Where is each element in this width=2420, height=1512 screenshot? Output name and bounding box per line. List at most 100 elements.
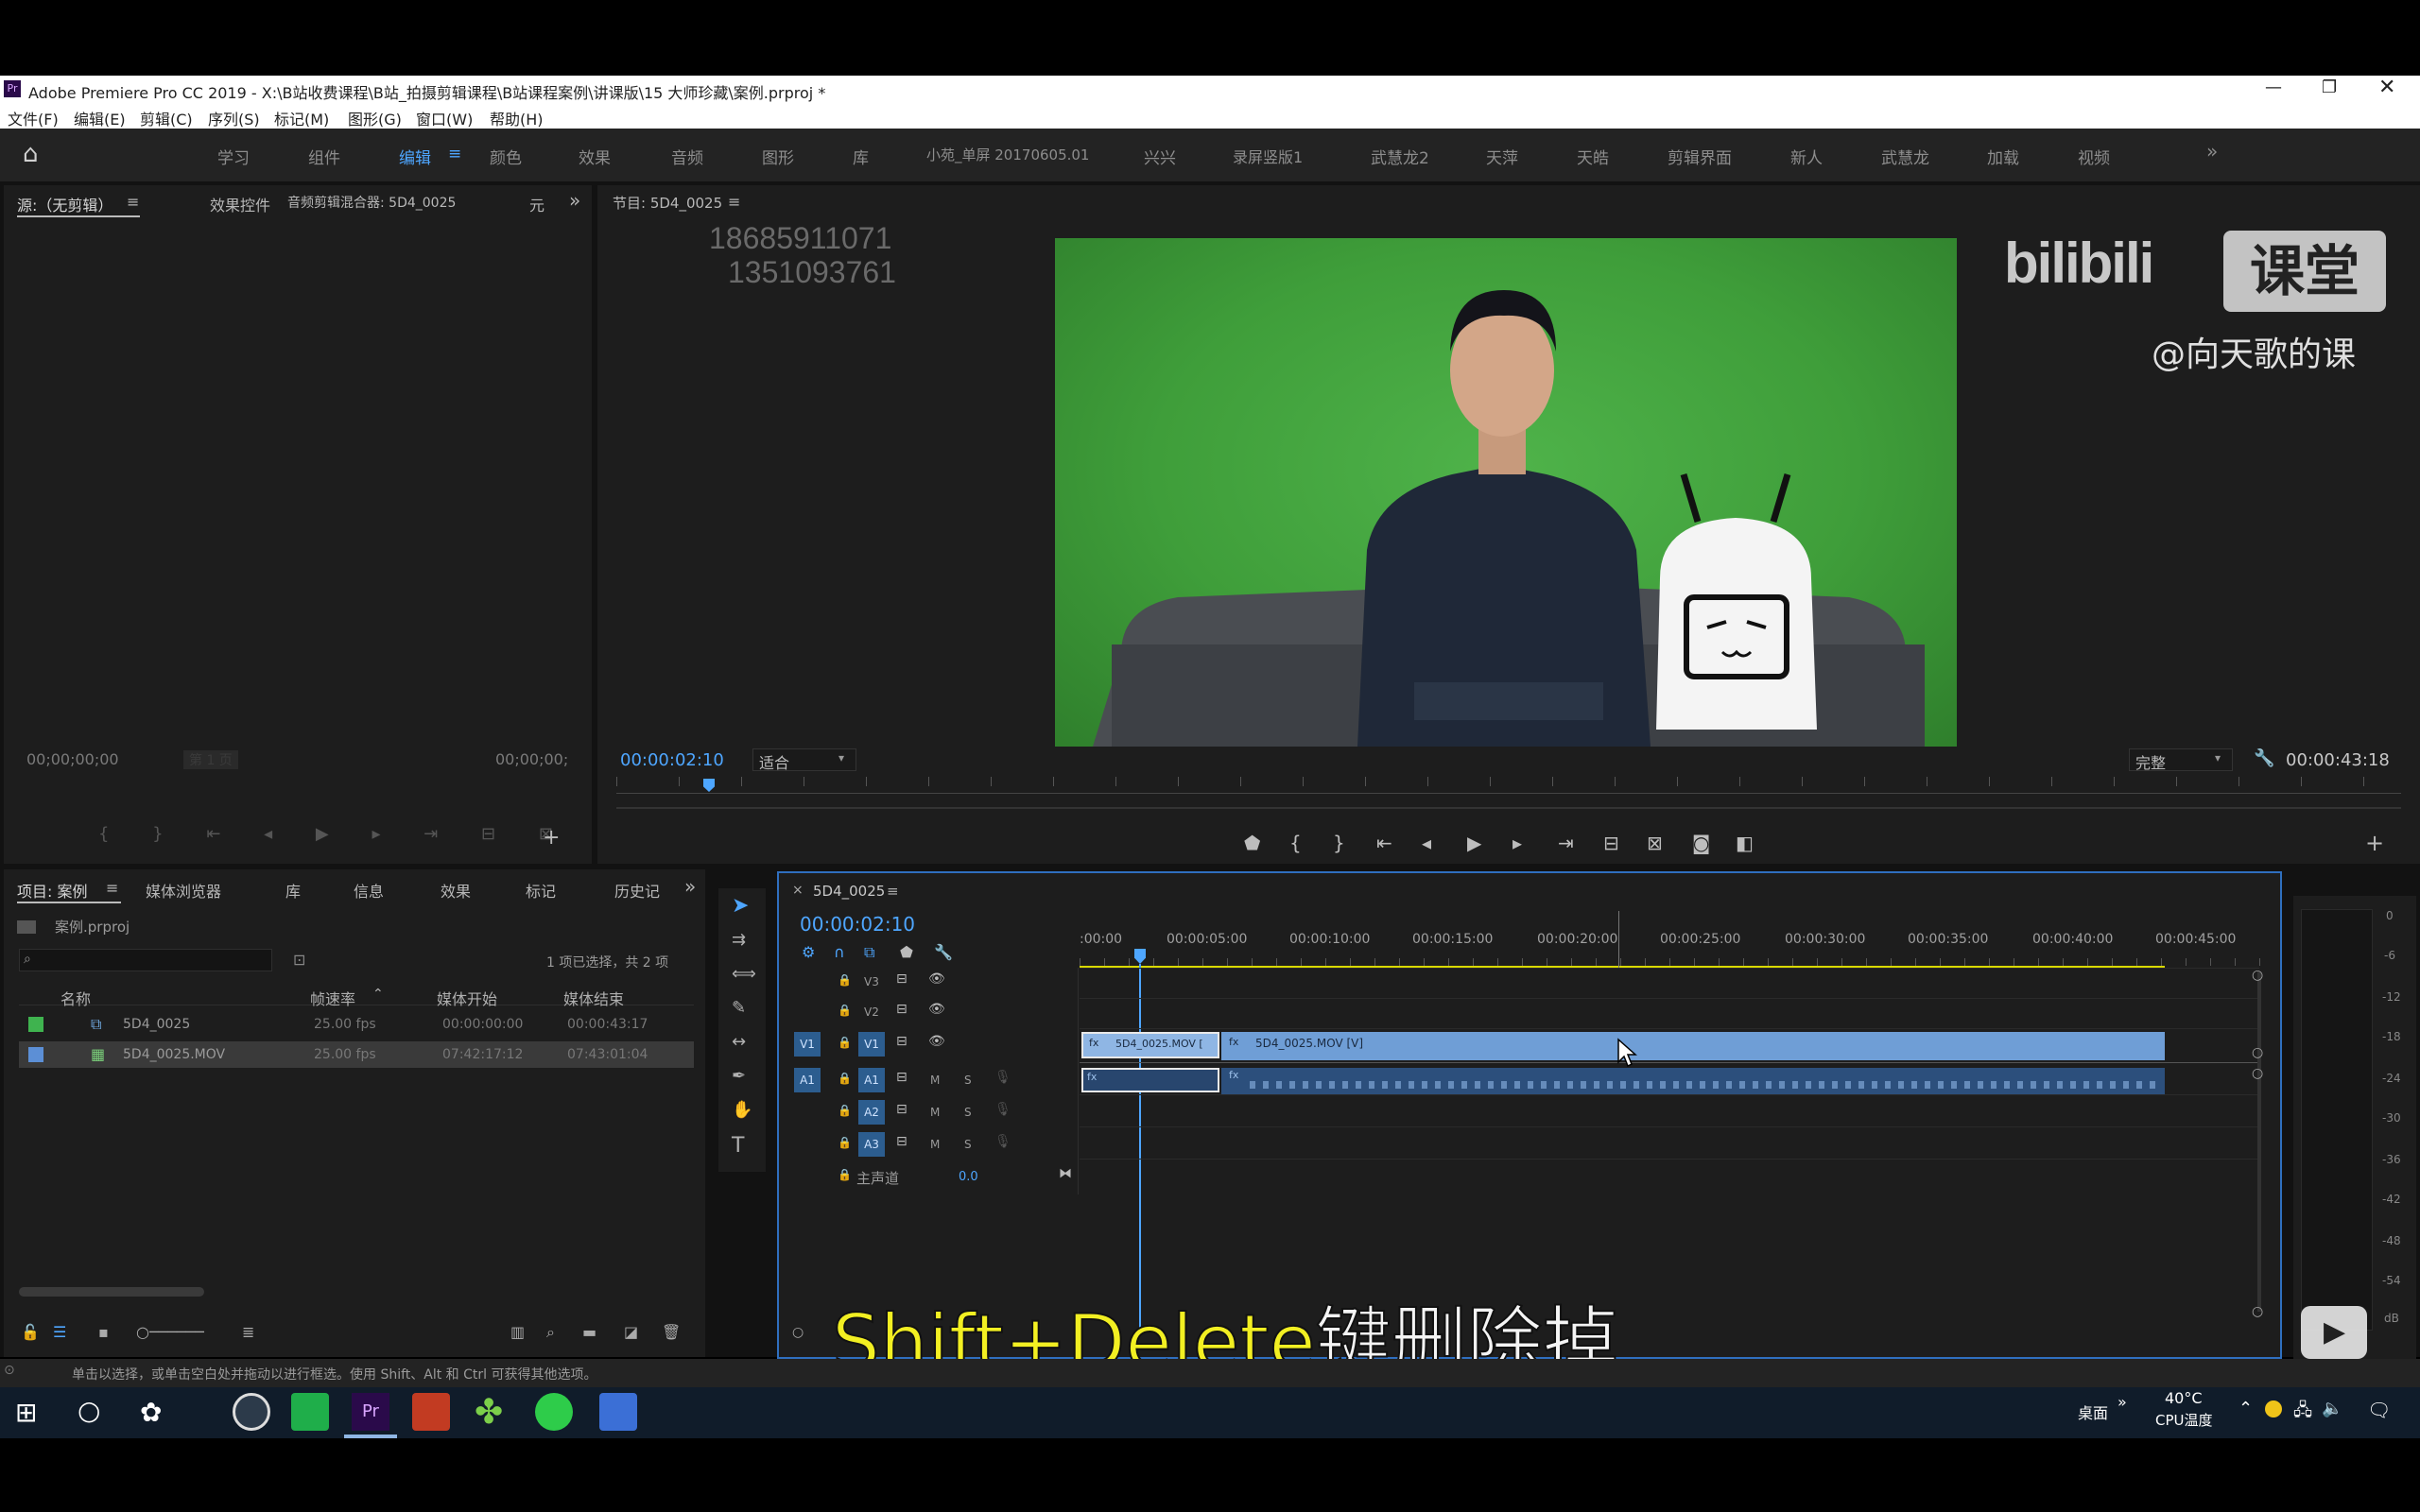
automate-to-sequence-icon[interactable]: ▥	[510, 1323, 525, 1341]
tab-markers[interactable]: 标记	[526, 879, 556, 902]
panel-overflow-icon[interactable]: »	[684, 875, 696, 898]
volume-icon[interactable]: 🔈	[2322, 1399, 2342, 1418]
slip-tool-icon[interactable]: ↔	[732, 1034, 746, 1051]
workspace-custom-7[interactable]: 剪辑界面	[1668, 145, 1732, 168]
program-timecode[interactable]: 00:00:02:10	[620, 750, 724, 770]
eye-icon[interactable]: 👁	[928, 1002, 945, 1017]
tray-app-icon[interactable]	[2265, 1400, 2282, 1418]
track-label-a2[interactable]: A2	[858, 1100, 885, 1125]
mark-out-icon[interactable]: }	[1333, 832, 1345, 854]
track-label-v3[interactable]: V3	[864, 975, 879, 988]
list-view-icon[interactable]: ☰	[53, 1323, 66, 1341]
program-scrub-bar[interactable]	[616, 777, 2401, 794]
nest-icon[interactable]: ⚙	[802, 943, 815, 961]
workspace-audio[interactable]: 音频	[671, 145, 703, 168]
tab-effects[interactable]: 效果	[441, 879, 471, 902]
workspace-custom-5[interactable]: 天萍	[1486, 145, 1518, 168]
restore-button[interactable]: ❐	[2322, 77, 2337, 97]
menu-help[interactable]: 帮助(H)	[490, 107, 544, 129]
label-color-swatch[interactable]	[28, 1017, 43, 1032]
lift-icon[interactable]: ⊟	[1603, 832, 1619, 854]
selection-tool-icon[interactable]: ➤	[732, 896, 749, 917]
timeline-timecode[interactable]: 00:00:02:10	[800, 913, 915, 936]
scroll-handle-icon[interactable]: ○	[2252, 1066, 2263, 1081]
tab-metadata[interactable]: 元	[529, 193, 544, 215]
hand-tool-icon[interactable]: ✋	[732, 1102, 752, 1119]
extract-icon[interactable]: ⊠	[1647, 832, 1663, 854]
new-item-icon[interactable]: ◪	[624, 1323, 638, 1341]
network-icon[interactable]: 🖧	[2293, 1399, 2312, 1427]
trash-icon[interactable]: 🗑	[662, 1323, 681, 1341]
solo-button[interactable]: S	[964, 1138, 972, 1151]
app-green-icon[interactable]	[291, 1393, 329, 1431]
type-tool-icon[interactable]: T	[732, 1136, 744, 1157]
app-blue-icon[interactable]	[599, 1393, 637, 1431]
camera-icon[interactable]: ◙	[1692, 832, 1710, 854]
label-color-swatch[interactable]	[28, 1047, 43, 1062]
step-back-icon[interactable]: ◂	[1422, 832, 1431, 854]
home-icon[interactable]: ⌂	[23, 140, 39, 168]
audio-clip[interactable]: fx	[1221, 1068, 2165, 1094]
sync-lock-icon[interactable]: ⊟	[896, 1102, 908, 1117]
item-name[interactable]: 5D4_0025	[123, 1017, 190, 1032]
menu-edit[interactable]: 编辑(E)	[74, 107, 126, 129]
workspace-assembly[interactable]: 组件	[308, 145, 340, 168]
menu-window[interactable]: 窗口(W)	[416, 107, 473, 129]
track-label-a1[interactable]: A1	[858, 1068, 885, 1092]
scroll-handle-icon[interactable]: ○	[2252, 1304, 2263, 1319]
video-clip[interactable]: fx 5D4_0025.MOV [V]	[1221, 1032, 2165, 1060]
track-select-tool-icon[interactable]: ⇉	[732, 932, 746, 949]
sync-lock-icon[interactable]: ⊟	[896, 1034, 908, 1049]
menu-graphics[interactable]: 图形(G)	[348, 107, 402, 129]
table-row[interactable]: ⧉ 5D4_0025 25.00 fps 00:00:00:00 00:00:4…	[19, 1011, 694, 1038]
microphone-icon[interactable]: 🎙	[994, 1134, 1011, 1149]
powerpoint-icon[interactable]	[412, 1393, 450, 1431]
sort-ascending-icon[interactable]: ⌃	[372, 987, 384, 1002]
workspace-custom-1[interactable]: 小苑_单屏 20170605.01	[926, 145, 1089, 164]
snap-icon[interactable]: ∩	[834, 943, 845, 961]
sync-lock-icon[interactable]: ⊟	[896, 1134, 908, 1149]
toolbar-overflow-icon[interactable]: »	[2118, 1393, 2127, 1411]
project-horizontal-scrollbar[interactable]	[19, 1287, 204, 1297]
workspace-custom-2[interactable]: 兴兴	[1144, 145, 1176, 168]
find-icon[interactable]: ⌕	[546, 1323, 555, 1342]
close-sequence-icon[interactable]: ×	[792, 883, 804, 898]
source-add-button-icon[interactable]: +	[543, 826, 560, 850]
lock-icon[interactable]: 🔒	[838, 1104, 852, 1117]
eye-icon[interactable]: 👁	[928, 1034, 945, 1049]
tab-source[interactable]: 源:（无剪辑）	[17, 193, 112, 215]
table-row[interactable]: ▦ 5D4_0025.MOV 25.00 fps 07:42:17:12 07:…	[19, 1041, 694, 1068]
column-name[interactable]: 名称	[60, 987, 91, 1009]
lock-icon[interactable]: 🔒	[838, 1136, 852, 1149]
timeline-settings-icon[interactable]: 🔧	[934, 943, 953, 961]
tab-media-browser[interactable]: 媒体浏览器	[146, 879, 221, 902]
workspace-editing[interactable]: 编辑	[399, 145, 431, 168]
microphone-icon[interactable]: 🎙	[994, 1070, 1011, 1085]
video-clip-selected[interactable]: fx 5D4_0025.MOV [	[1081, 1032, 1219, 1058]
workspace-custom-4[interactable]: 武慧龙2	[1371, 145, 1429, 168]
column-frame-rate[interactable]: 帧速率	[310, 987, 355, 1009]
search-circle-icon[interactable]: ○	[78, 1395, 100, 1426]
microphone-icon[interactable]: 🎙	[994, 1102, 1011, 1117]
source-patch-a1[interactable]: A1	[794, 1068, 821, 1092]
mute-button[interactable]: M	[930, 1138, 940, 1151]
audio-clip-selected[interactable]: fx	[1081, 1068, 1219, 1092]
solo-button[interactable]: S	[964, 1074, 972, 1087]
mute-button[interactable]: M	[930, 1106, 940, 1119]
menu-clip[interactable]: 剪辑(C)	[140, 107, 193, 129]
project-tab-menu-icon[interactable]: ≡	[106, 879, 118, 897]
workspace-learn[interactable]: 学习	[217, 145, 250, 168]
lock-icon[interactable]: 🔒	[838, 1036, 852, 1049]
column-media-start[interactable]: 媒体开始	[437, 987, 497, 1009]
source-tab-menu-icon[interactable]: ≡	[127, 193, 139, 211]
program-video-frame[interactable]	[1055, 238, 1957, 747]
linked-selection-icon[interactable]: ⧉	[864, 943, 874, 962]
quality-dropdown[interactable]: 完整 ▾	[2129, 748, 2233, 772]
wrench-icon[interactable]: 🔧	[2254, 748, 2274, 768]
task-view-icon[interactable]: ✿	[140, 1397, 162, 1428]
minimize-button[interactable]: —	[2265, 77, 2282, 97]
tray-expand-icon[interactable]: ⌃	[2238, 1399, 2253, 1418]
workspace-custom-8[interactable]: 新人	[1790, 145, 1823, 168]
lock-icon[interactable]: 🔒	[838, 973, 852, 987]
eye-icon[interactable]: 👁	[928, 971, 945, 987]
